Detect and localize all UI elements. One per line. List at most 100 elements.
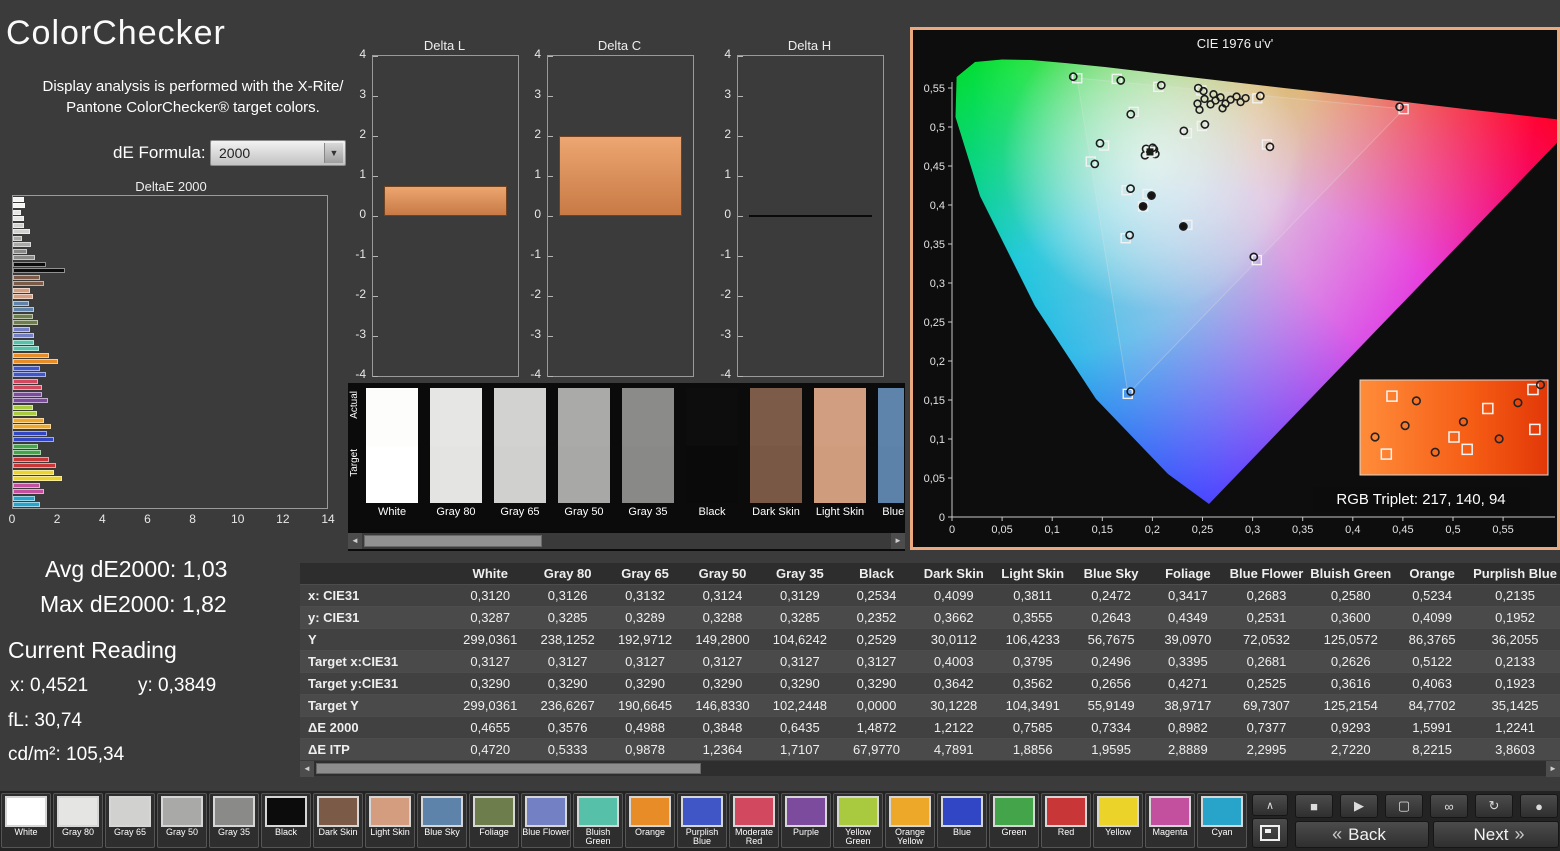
current-reading-title: Current Reading bbox=[8, 637, 177, 663]
table-cell: 1,2241 bbox=[1470, 716, 1560, 739]
table-cell: 0,2472 bbox=[1072, 584, 1150, 607]
scrollbar-thumb[interactable] bbox=[364, 535, 542, 547]
de-formula-dropdown[interactable]: 2000 ▼ bbox=[210, 140, 346, 166]
patch-button-foliage[interactable]: Foliage bbox=[469, 793, 519, 848]
scroll-left-icon[interactable]: ◄ bbox=[348, 533, 362, 549]
strip-patch-gray-65: Gray 65 bbox=[494, 388, 546, 528]
delta-chart-y-tick: 3 bbox=[724, 87, 731, 101]
scroll-right-icon[interactable]: ► bbox=[1546, 760, 1560, 777]
scroll-right-icon[interactable]: ► bbox=[891, 533, 905, 549]
table-cell: 0,2643 bbox=[1072, 606, 1150, 629]
table-cell: 0,2683 bbox=[1225, 584, 1308, 607]
table-cell: 146,8330 bbox=[683, 694, 762, 717]
svg-text:0,55: 0,55 bbox=[924, 83, 945, 95]
play-button[interactable]: ▶ bbox=[1340, 794, 1378, 818]
cie-measurement-marker bbox=[1147, 191, 1156, 200]
row-label: y: CIE31 bbox=[300, 606, 452, 629]
chevrons-right-icon: » bbox=[1514, 824, 1525, 844]
table-scrollbar[interactable]: ◄ ► bbox=[300, 760, 1560, 777]
patch-button-moderate-red[interactable]: Moderate Red bbox=[729, 793, 779, 848]
patch-swatch bbox=[837, 796, 879, 827]
patch-button-magenta[interactable]: Magenta bbox=[1145, 793, 1195, 848]
strip-patch-blue-sky: Blue Sky bbox=[878, 388, 904, 528]
deltae-x-tick: 6 bbox=[144, 512, 151, 526]
column-header-light-skin: Light Skin bbox=[993, 563, 1073, 585]
table-cell: 0,0000 bbox=[838, 694, 915, 717]
deltae-bar-purplish-blue bbox=[13, 366, 327, 379]
deltae-bar-gray-65 bbox=[13, 223, 327, 236]
table-cell: 125,0572 bbox=[1307, 628, 1395, 651]
patch-button-yellow-green[interactable]: Yellow Green bbox=[833, 793, 883, 848]
deltae-bar-bluish-green bbox=[13, 340, 327, 353]
patch-button-purple[interactable]: Purple bbox=[781, 793, 831, 848]
patch-button-gray-65[interactable]: Gray 65 bbox=[105, 793, 155, 848]
row-label: x: CIE31 bbox=[300, 584, 452, 607]
record-button[interactable]: ● bbox=[1520, 794, 1558, 818]
delta-chart-y-tick: 1 bbox=[534, 167, 541, 181]
deltae-bars bbox=[13, 197, 327, 508]
strip-patch-black: Black bbox=[686, 388, 738, 528]
table-cell: 0,3290 bbox=[838, 672, 915, 695]
scrollbar-thumb[interactable] bbox=[316, 763, 701, 774]
delta-chart-y-tick: 0 bbox=[359, 207, 366, 221]
de-formula-label: dE Formula: bbox=[113, 143, 206, 162]
play-icon: ▶ bbox=[1354, 798, 1364, 813]
delta-chart-y-tick: -4 bbox=[530, 367, 541, 381]
delta-chart-y-tick: 2 bbox=[724, 127, 731, 141]
patch-button-blue-flower[interactable]: Blue Flower bbox=[521, 793, 571, 848]
patch-button-purplish-blue[interactable]: Purplish Blue bbox=[677, 793, 727, 848]
patch-button-label: Orange bbox=[634, 828, 666, 837]
infinity-icon: ∞ bbox=[1444, 798, 1454, 814]
current-y-reading: y: 0,3849 bbox=[138, 675, 217, 696]
table-cell: 0,3290 bbox=[761, 672, 839, 695]
scroll-left-icon[interactable]: ◄ bbox=[300, 760, 314, 777]
patch-button-yellow[interactable]: Yellow bbox=[1093, 793, 1143, 848]
loop-button[interactable]: ∞ bbox=[1430, 794, 1468, 818]
stop-button[interactable]: ■ bbox=[1295, 794, 1333, 818]
table-cell: 1,7107 bbox=[761, 738, 839, 760]
patch-button-blue-sky[interactable]: Blue Sky bbox=[417, 793, 467, 848]
strip-row-label-target: Target bbox=[349, 449, 360, 477]
patch-button-label: Blue bbox=[952, 828, 971, 837]
table-cell: 2,2995 bbox=[1225, 738, 1308, 760]
patch-button-light-skin[interactable]: Light Skin bbox=[365, 793, 415, 848]
table-cell: 1,2364 bbox=[683, 738, 762, 760]
table-cell: 0,3132 bbox=[606, 584, 684, 607]
column-header-orange: Orange bbox=[1394, 563, 1471, 585]
column-header-blue-flower: Blue Flower bbox=[1225, 563, 1308, 585]
svg-text:0: 0 bbox=[939, 512, 945, 524]
deltae-bar-light-skin bbox=[13, 288, 327, 301]
back-button[interactable]: « Back bbox=[1295, 821, 1429, 848]
patch-button-red[interactable]: Red bbox=[1041, 793, 1091, 848]
patch-button-gray-35[interactable]: Gray 35 bbox=[209, 793, 259, 848]
patch-button-blue[interactable]: Blue bbox=[937, 793, 987, 848]
expand-button[interactable]: ∧ bbox=[1252, 794, 1288, 816]
deltae-chart bbox=[12, 195, 328, 509]
patch-button-gray-50[interactable]: Gray 50 bbox=[157, 793, 207, 848]
table-cell: 0,7377 bbox=[1225, 716, 1308, 739]
patch-button-bluish-green[interactable]: Bluish Green bbox=[573, 793, 623, 848]
patch-swatch bbox=[681, 796, 723, 827]
display-mode-button[interactable] bbox=[1252, 818, 1288, 848]
next-button[interactable]: Next » bbox=[1433, 821, 1559, 848]
table-cell: 0,3285 bbox=[528, 606, 607, 629]
table-cell: 0,3600 bbox=[1307, 606, 1395, 629]
refresh-button[interactable]: ↻ bbox=[1475, 794, 1513, 818]
frame-button[interactable]: ▢ bbox=[1385, 794, 1423, 818]
delta-chart-y-tick: -2 bbox=[355, 287, 366, 301]
delta-chart-y-tick: -1 bbox=[720, 247, 731, 261]
table-cell: 0,2656 bbox=[1072, 672, 1150, 695]
patch-strip-scrollbar[interactable]: ◄ ► bbox=[348, 533, 905, 549]
circle-icon: ● bbox=[1535, 798, 1543, 814]
patch-button-orange[interactable]: Orange bbox=[625, 793, 675, 848]
patch-swatch bbox=[993, 796, 1035, 827]
patch-button-black[interactable]: Black bbox=[261, 793, 311, 848]
patch-button-green[interactable]: Green bbox=[989, 793, 1039, 848]
patch-button-cyan[interactable]: Cyan bbox=[1197, 793, 1247, 848]
patch-swatch bbox=[161, 796, 203, 827]
table-cell: 0,3811 bbox=[993, 584, 1073, 607]
patch-button-dark-skin[interactable]: Dark Skin bbox=[313, 793, 363, 848]
patch-button-white[interactable]: White bbox=[1, 793, 51, 848]
patch-button-gray-80[interactable]: Gray 80 bbox=[53, 793, 103, 848]
patch-button-orange-yellow[interactable]: Orange Yellow bbox=[885, 793, 935, 848]
